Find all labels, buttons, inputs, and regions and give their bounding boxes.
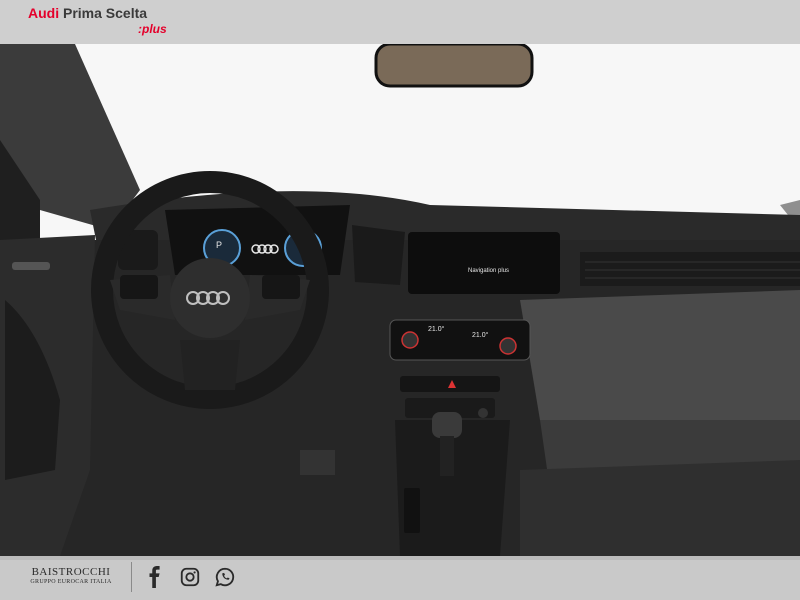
- dealer-logo[interactable]: BAISTROCCHI GRUPPO EUROCAR ITALIA: [26, 566, 116, 586]
- whatsapp-icon[interactable]: [214, 566, 236, 588]
- footer-divider: [131, 562, 132, 592]
- mmi-screen-text: Navigation plus: [468, 268, 510, 274]
- footer-band: [0, 556, 800, 600]
- dealer-name: BAISTROCCHI: [31, 566, 111, 578]
- dealer-subtitle: GRUPPO EUROCAR ITALIA: [30, 579, 112, 585]
- facebook-icon[interactable]: [144, 566, 166, 588]
- climate-right-temp: 21.0°: [472, 332, 489, 339]
- climate-left-temp: 21.0°: [428, 326, 445, 333]
- car-interior-image: [0, 0, 800, 560]
- cluster-gear: P: [216, 240, 223, 250]
- brand-logo[interactable]: Audi Prima Scelta :plus: [28, 5, 167, 36]
- brand-prima-scelta: Prima Scelta: [63, 5, 148, 21]
- brand-plus: :plus: [138, 22, 167, 36]
- instagram-icon[interactable]: [179, 566, 201, 588]
- brand-audi: Audi: [28, 5, 60, 21]
